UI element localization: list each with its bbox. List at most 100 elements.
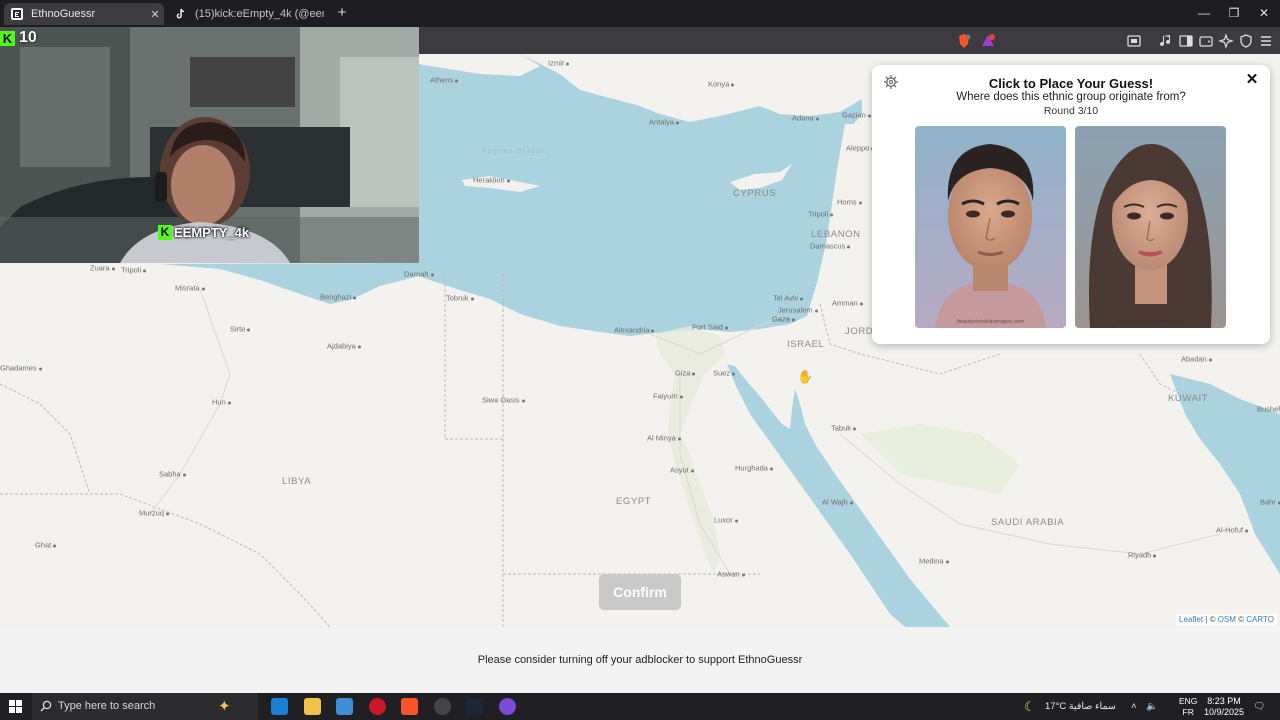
female-face-image[interactable]: beautycheck/averages.com — [1075, 126, 1226, 328]
language-bottom: FR — [1182, 707, 1194, 717]
city-label: Athens — [430, 76, 458, 85]
guess-panel: Click to Place Your Guess! Where does th… — [872, 65, 1270, 344]
city-label: Tripoli — [808, 210, 833, 219]
map-attribution: Leaflet | © OSM © CARTO — [1176, 614, 1277, 625]
city-label: Izmir — [548, 59, 569, 68]
tab-kick[interactable]: (15)kick:eEmpty_4k (@eempty_8k) | T — [168, 3, 324, 25]
speaker-icon[interactable]: 🔈 — [1146, 693, 1158, 720]
browser-tab-bar: EthnoGuessr ✕ (15)kick:eEmpty_4k (@eempt… — [0, 0, 1280, 27]
screenshot-icon[interactable] — [1126, 33, 1142, 49]
leaflet-link[interactable]: Leaflet — [1179, 615, 1203, 624]
city-label: Darnah — [404, 270, 434, 279]
system-clock[interactable]: 8:23 PM 10/9/2025 — [1204, 696, 1244, 718]
leo-ai-icon[interactable] — [1218, 33, 1234, 49]
maximize-button[interactable]: ❐ — [1219, 0, 1249, 27]
city-label: Riyadh — [1128, 551, 1156, 560]
wallet-icon[interactable] — [1198, 33, 1214, 49]
confirm-button[interactable]: Confirm — [599, 574, 681, 610]
city-label: Tobruk — [446, 294, 474, 303]
city-label: Suez — [713, 369, 735, 378]
city-label: Damascus — [810, 242, 850, 251]
windows-taskbar: Type here to search ✦ ☾ 17°C سماء صافية … — [0, 693, 1280, 720]
city-label: Antalya — [649, 118, 679, 127]
store-icon[interactable] — [336, 698, 353, 715]
file-explorer-icon[interactable] — [304, 698, 321, 715]
ethnoguessr-favicon-icon — [11, 8, 23, 20]
city-label: Al Minya — [647, 434, 681, 443]
attribution-separator: | © — [1203, 615, 1218, 624]
country-label: SAUDI ARABIA — [991, 517, 1065, 528]
weather-text[interactable]: 17°C سماء صافية — [1045, 693, 1116, 720]
tab-close-icon[interactable]: ✕ — [146, 8, 164, 21]
city-label: Tripoli — [121, 266, 146, 275]
webcam-overlay: K 10 K EEMPTY_4k — [0, 27, 419, 263]
language-indicator[interactable]: ENG FR — [1179, 696, 1197, 718]
moon-weather-icon: ☾ — [1024, 699, 1036, 714]
copilot-sparkle-icon: ✦ — [218, 698, 231, 715]
search-icon — [40, 700, 52, 712]
brave-icon[interactable] — [401, 698, 418, 715]
city-label: Sabha — [159, 470, 186, 479]
search-placeholder: Type here to search — [58, 700, 156, 712]
city-label: Heraklion — [473, 176, 510, 185]
streamer-handle: K EEMPTY_4k — [158, 225, 249, 240]
new-tab-button[interactable]: + — [333, 4, 351, 22]
city-label: Alexandria — [614, 326, 654, 335]
country-label: LEBANON — [811, 229, 861, 240]
city-label: Hun — [212, 398, 231, 407]
city-label: Al-Hofuf — [1216, 526, 1248, 535]
city-label: Adana — [792, 114, 819, 123]
media-icon[interactable] — [1158, 33, 1174, 49]
country-label: EGYPT — [616, 496, 652, 507]
minimize-button[interactable]: — — [1189, 0, 1219, 27]
brave-rewards-icon[interactable] — [980, 33, 996, 49]
city-label: Tabuk — [831, 424, 856, 433]
city-label: Siwa Oasis — [482, 396, 525, 405]
city-label: Bushehr — [1257, 405, 1280, 414]
kick-logo-icon: K — [158, 225, 172, 240]
city-label: Medina — [919, 557, 949, 566]
city-label: Jerusalem — [778, 306, 818, 315]
grab-cursor-icon: ✋ — [797, 369, 814, 384]
city-label: Ghat — [35, 541, 56, 550]
round-counter: Round 3/10 — [1043, 105, 1099, 117]
city-label: Zuara — [90, 264, 115, 273]
close-panel-button[interactable]: ✕ — [1244, 72, 1260, 88]
chevron-up-icon[interactable]: ˄ — [1131, 693, 1137, 720]
obs-icon[interactable] — [434, 698, 451, 715]
sidebar-icon[interactable] — [1178, 33, 1194, 49]
osm-link[interactable]: OSM — [1218, 615, 1236, 624]
opera-icon[interactable] — [369, 698, 386, 715]
city-label: Murzuq — [139, 509, 169, 518]
carto-link[interactable]: CARTO — [1246, 615, 1274, 624]
male-face-image[interactable]: beautycheck/averages.com — [915, 126, 1066, 328]
city-label: Aswan — [717, 570, 745, 579]
tab-ethnoguessr[interactable]: EthnoGuessr ✕ — [4, 3, 164, 25]
steam-icon[interactable] — [466, 698, 483, 715]
adblock-footer: Please consider turning off your adblock… — [0, 627, 1280, 693]
image-watermark: beautycheck/averages.com — [1117, 319, 1184, 325]
taskbar-search[interactable]: Type here to search ✦ — [32, 693, 258, 720]
notification-icon[interactable]: 🗨 — [1253, 693, 1265, 720]
country-label: CYPRUS — [733, 188, 777, 199]
clock-time: 8:23 PM — [1207, 696, 1241, 706]
windows-start-icon[interactable] — [9, 700, 22, 713]
adblock-message: Please consider turning off your adblock… — [477, 654, 803, 666]
city-label: Aleppo — [846, 144, 874, 153]
city-label: Homs — [837, 198, 862, 207]
panel-subtitle: Where does this ethnic group originate f… — [956, 91, 1186, 103]
city-label: Gaza — [772, 315, 795, 324]
city-label: Sirte — [230, 325, 250, 334]
vpn-icon[interactable] — [1238, 33, 1254, 49]
city-label: Bahr — [1260, 498, 1280, 507]
close-window-button[interactable]: ✕ — [1249, 0, 1279, 27]
brave-shield-icon[interactable] — [956, 33, 972, 49]
discord-icon[interactable] — [499, 698, 516, 715]
attribution-separator: © — [1235, 615, 1247, 624]
city-label: Al Wajh — [822, 498, 853, 507]
edge-icon[interactable] — [271, 698, 288, 715]
city-label: Giza — [675, 369, 695, 378]
menu-icon[interactable] — [1258, 33, 1274, 49]
tab-title: EthnoGuessr — [31, 8, 96, 20]
city-label: Gazian — [842, 111, 871, 120]
